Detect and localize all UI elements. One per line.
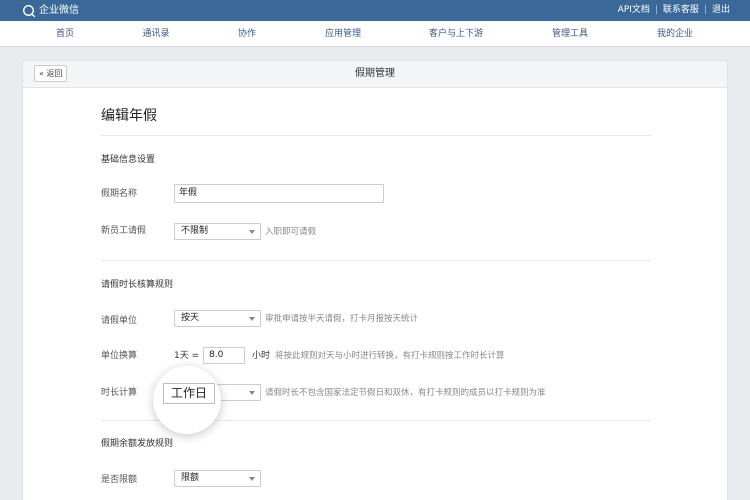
nav-item-management-tools[interactable]: 管理工具 <box>552 28 588 40</box>
main-panel: « 返回 假期管理 编辑年假 基础信息设置 假期名称 年假 新员工请假 不限制 … <box>22 60 728 500</box>
nav-item-my-enterprise[interactable]: 我的企业 <box>657 28 693 40</box>
logout-link[interactable]: 退出 <box>712 4 730 17</box>
leave-unit-label: 请假单位 <box>101 316 138 326</box>
unit-conversion-label: 单位换算 <box>101 351 138 361</box>
logo-text: 企业微信 <box>39 4 79 16</box>
quota-limit-label: 是否限额 <box>101 475 138 485</box>
duration-calc-select-value: 工作日 <box>163 383 215 404</box>
leave-unit-select-value: 按天 <box>181 313 200 323</box>
conversion-prefix: 1天 = <box>174 351 200 361</box>
new-employee-select[interactable]: 不限制 <box>174 223 261 240</box>
leave-name-label: 假期名称 <box>101 189 138 199</box>
contact-support-link[interactable]: 联系客服 <box>663 4 699 17</box>
chevron-down-icon <box>249 477 255 481</box>
nav-item-app-management[interactable]: 应用管理 <box>325 28 361 40</box>
api-docs-link[interactable]: API文档 <box>618 4 650 17</box>
nav-item-customers[interactable]: 客户与上下游 <box>429 28 483 40</box>
nav-item-home[interactable]: 首页 <box>56 28 74 40</box>
logo[interactable]: 企业微信 <box>22 3 79 18</box>
page-title: 编辑年假 <box>101 108 157 124</box>
quota-limit-select-value: 限额 <box>181 473 200 483</box>
new-employee-select-value: 不限制 <box>181 226 209 236</box>
duration-calc-label: 时长计算 <box>101 388 138 398</box>
quota-limit-select[interactable]: 限额 <box>174 470 261 487</box>
new-employee-hint: 入职即可请假 <box>265 227 317 237</box>
panel-title: 假期管理 <box>355 68 395 79</box>
wecom-logo-icon <box>22 4 36 17</box>
nav-item-contacts[interactable]: 通讯录 <box>142 28 169 40</box>
chevron-down-icon <box>249 317 255 321</box>
section-title-balance: 假期余额发放规则 <box>101 439 174 449</box>
duration-calc-hint: 请假时长不包含国家法定节假日和双休，有打卡规则的成员以打卡规则为准 <box>265 388 546 398</box>
conversion-hint: 将按此规则对天与小时进行转换，有打卡规则按工作时长计算 <box>275 351 505 361</box>
chevron-down-icon <box>249 230 255 234</box>
top-bar: 企业微信 API文档 | 联系客服 | 退出 <box>0 0 750 21</box>
nav-item-collaboration[interactable]: 协作 <box>238 28 256 40</box>
separator: | <box>703 5 707 15</box>
chevron-down-icon <box>249 391 255 395</box>
panel-header: « 返回 假期管理 <box>23 61 727 88</box>
leave-unit-hint: 审批申请按半天请假，打卡月报按天统计 <box>265 314 419 324</box>
separator: | <box>654 5 658 15</box>
conversion-unit: 小时 <box>252 351 271 361</box>
section-title-duration: 请假时长核算规则 <box>101 280 174 290</box>
top-links: API文档 | 联系客服 | 退出 <box>618 4 730 17</box>
leave-unit-select[interactable]: 按天 <box>174 310 261 327</box>
divider <box>101 135 651 136</box>
leave-name-input[interactable]: 年假 <box>174 184 384 203</box>
hours-per-day-input[interactable]: 8.0 <box>203 347 245 364</box>
new-employee-label: 新员工请假 <box>101 226 147 236</box>
magnifier-callout: 工作日 <box>153 366 221 434</box>
main-nav: 首页 通讯录 协作 应用管理 客户与上下游 管理工具 我的企业 <box>0 21 750 47</box>
divider <box>101 260 651 261</box>
section-title-basic: 基础信息设置 <box>101 155 156 165</box>
